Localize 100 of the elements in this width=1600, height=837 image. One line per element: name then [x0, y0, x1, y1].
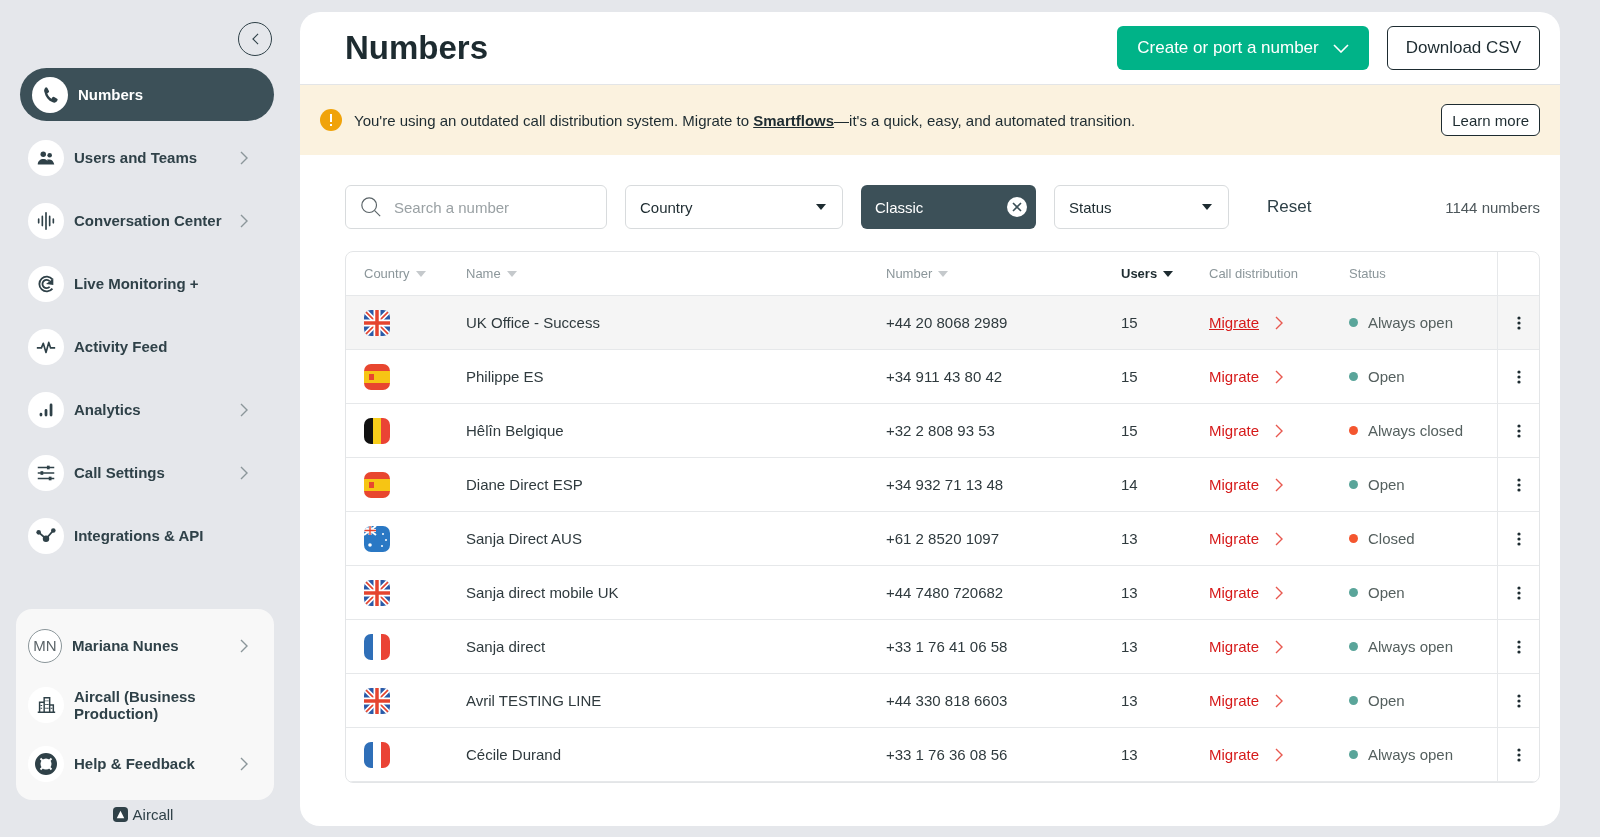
status-cell: Open	[1368, 584, 1405, 601]
sidebar-item[interactable]: Activity Feed	[16, 320, 274, 373]
more-vertical-icon	[1516, 423, 1521, 438]
flag-icon	[364, 687, 390, 714]
table-row[interactable]: Avril TESTING LINE +44 330 818 6603 13 Migrate Open	[346, 674, 1539, 728]
brand-logo: Aircall	[112, 806, 174, 823]
migrate-link[interactable]: Migrate	[1209, 314, 1260, 331]
name-cell: Cécile Durand	[466, 746, 562, 763]
users-cell: 13	[1121, 530, 1138, 547]
migrate-link[interactable]: Migrate	[1209, 530, 1260, 547]
name-cell: Sanja direct	[466, 638, 546, 655]
chevron-right-icon	[1275, 423, 1284, 438]
name-cell: Hêlîn Belgique	[466, 422, 564, 439]
sort-caret-icon	[938, 270, 949, 277]
chevron-down-icon	[1332, 43, 1349, 53]
sidebar-item[interactable]: Conversation Center	[16, 194, 274, 247]
number-cell: +44 20 8068 2989	[886, 314, 1008, 331]
country-select[interactable]: Country	[625, 185, 843, 229]
warning-icon	[320, 109, 342, 131]
account-item[interactable]: Help & Feedback	[16, 737, 274, 790]
number-cell: +61 2 8520 1097	[886, 530, 1000, 547]
table-row[interactable]: Hêlîn Belgique +32 2 808 93 53 15 Migrate Always closed	[346, 404, 1539, 458]
migrate-link[interactable]: Migrate	[1209, 746, 1260, 763]
sidebar-item[interactable]: Numbers	[20, 68, 274, 121]
chevron-right-icon	[240, 465, 248, 480]
migrate-link[interactable]: Migrate	[1209, 638, 1260, 655]
status-select[interactable]: Status	[1054, 185, 1229, 229]
status-cell: Open	[1368, 368, 1405, 385]
more-vertical-icon	[1516, 531, 1521, 546]
smartflows-link[interactable]: Smartflows	[753, 111, 835, 129]
migrate-link[interactable]: Migrate	[1209, 584, 1260, 601]
name-cell: Avril TESTING LINE	[466, 692, 602, 709]
users-cell: 14	[1121, 476, 1138, 493]
number-cell: +33 1 76 41 06 58	[886, 638, 1008, 655]
learn-more-button[interactable]: Learn more	[1441, 104, 1540, 136]
number-cell: +34 932 71 13 48	[886, 476, 1004, 493]
more-vertical-icon	[1516, 747, 1521, 762]
table-row[interactable]: Sanja direct mobile UK +44 7480 720682 13 Migrate Open	[346, 566, 1539, 620]
account-item[interactable]: MN Mariana Nunes	[16, 619, 274, 672]
chevron-right-icon	[240, 402, 248, 417]
more-vertical-icon	[1516, 369, 1521, 384]
search-field[interactable]: Search a number	[345, 185, 607, 229]
status-cell: Always closed	[1368, 422, 1464, 439]
wave-icon	[35, 209, 57, 232]
table-row[interactable]: Cécile Durand +33 1 76 36 08 56 13 Migrate Always open	[346, 728, 1539, 782]
filter-chip[interactable]: Classic	[861, 185, 1036, 229]
column-header: Call distribution	[1209, 266, 1298, 281]
status-cell: Closed	[1368, 530, 1415, 547]
migrate-link[interactable]: Migrate	[1209, 368, 1260, 385]
account-item[interactable]: Aircall (Business Production)	[16, 678, 274, 731]
chevron-right-icon	[1275, 315, 1284, 330]
more-vertical-icon	[1516, 639, 1521, 654]
sort-caret-icon	[816, 204, 826, 210]
users-cell: 13	[1121, 584, 1138, 601]
table-row[interactable]: UK Office - Success +44 20 8068 2989 15 Migrate Always open	[346, 296, 1539, 350]
sort-caret-icon	[415, 270, 426, 277]
results-count: 1144 numbers	[1445, 198, 1540, 216]
download-csv-button[interactable]: Download CSV	[1386, 26, 1540, 70]
status-cell: Always open	[1368, 638, 1454, 655]
chevron-right-icon	[1275, 477, 1284, 492]
chevron-right-icon	[1275, 747, 1284, 762]
flag-icon	[364, 363, 390, 390]
flag-icon	[364, 525, 390, 552]
more-vertical-icon	[1516, 585, 1521, 600]
sort-caret-icon	[1202, 204, 1212, 210]
number-cell: +34 911 43 80 42	[886, 368, 1003, 385]
chevron-right-icon	[240, 213, 248, 228]
number-cell: +33 1 76 36 08 56	[886, 746, 1008, 763]
sidebar-item[interactable]: Integrations & API	[16, 509, 274, 562]
migrate-link[interactable]: Migrate	[1209, 692, 1260, 709]
name-cell: Sanja direct mobile UK	[466, 584, 619, 601]
sidebar-item[interactable]: Live Monitoring +	[16, 257, 274, 310]
status-cell: Open	[1368, 692, 1405, 709]
avatar: MN	[28, 628, 62, 663]
flag-icon	[364, 741, 390, 768]
reset-button[interactable]: Reset	[1261, 196, 1318, 218]
column-header[interactable]: Users	[1121, 266, 1174, 281]
table-row[interactable]: Sanja Direct AUS +61 2 8520 1097 13 Migrate Closed	[346, 512, 1539, 566]
migrate-link[interactable]: Migrate	[1209, 422, 1260, 439]
migrate-link[interactable]: Migrate	[1209, 476, 1260, 493]
clear-icon[interactable]	[1006, 196, 1028, 218]
table-row[interactable]: Philippe ES +34 911 43 80 42 15 Migrate Open	[346, 350, 1539, 404]
chevron-right-icon	[1275, 369, 1284, 384]
chevron-right-icon	[240, 150, 248, 165]
number-cell: +44 330 818 6603	[886, 692, 1008, 709]
table-row[interactable]: Sanja direct +33 1 76 41 06 58 13 Migrate Always open	[346, 620, 1539, 674]
users-cell: 13	[1121, 692, 1138, 709]
sidebar-item[interactable]: Call Settings	[16, 446, 274, 499]
sort-caret-icon	[1163, 270, 1174, 277]
status-cell: Always open	[1368, 746, 1454, 763]
sidebar-item[interactable]: Users and Teams	[16, 131, 274, 184]
sidebar-item[interactable]: Analytics	[16, 383, 274, 436]
users-cell: 15	[1121, 314, 1138, 331]
chevron-right-icon	[240, 638, 248, 653]
more-vertical-icon	[1516, 693, 1521, 708]
sort-caret-icon	[506, 270, 517, 277]
table-row[interactable]: Diane Direct ESP +34 932 71 13 48 14 Migrate Open	[346, 458, 1539, 512]
name-cell: Sanja Direct AUS	[466, 530, 582, 547]
flag-icon	[364, 633, 390, 660]
flag-icon	[364, 579, 390, 606]
